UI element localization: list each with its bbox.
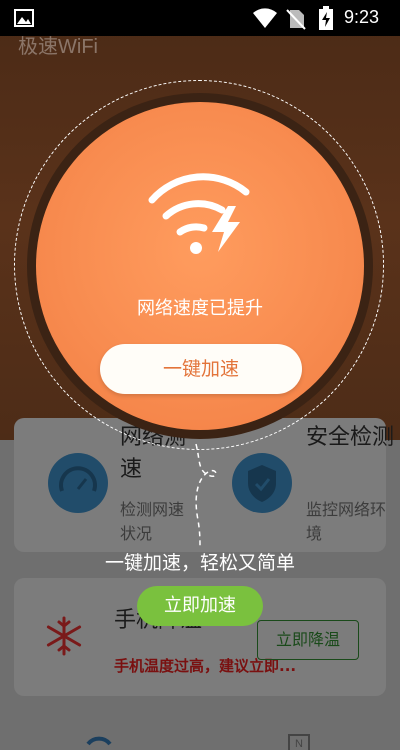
wifi-lightning-icon: [146, 170, 254, 256]
status-bar: 9:23: [0, 0, 400, 36]
speed-status-text: 网络速度已提升: [137, 298, 263, 319]
guide-overlay: 网络速度已提升 一键加速 一键加速，轻松又简单 立即加速: [0, 0, 400, 750]
wifi-signal-icon: [252, 7, 278, 29]
accelerate-now-button[interactable]: 立即加速: [137, 586, 263, 626]
one-tap-accelerate-button[interactable]: 一键加速: [100, 344, 302, 394]
battery-charging-icon: [319, 6, 333, 30]
dashed-ring: [14, 80, 384, 450]
image-notification-icon: [14, 9, 34, 27]
guide-curve-line: [195, 443, 217, 549]
guide-hint-text: 一键加速，轻松又简单: [104, 552, 295, 574]
status-time: 9:23: [344, 7, 380, 27]
no-sim-icon: [286, 8, 306, 30]
